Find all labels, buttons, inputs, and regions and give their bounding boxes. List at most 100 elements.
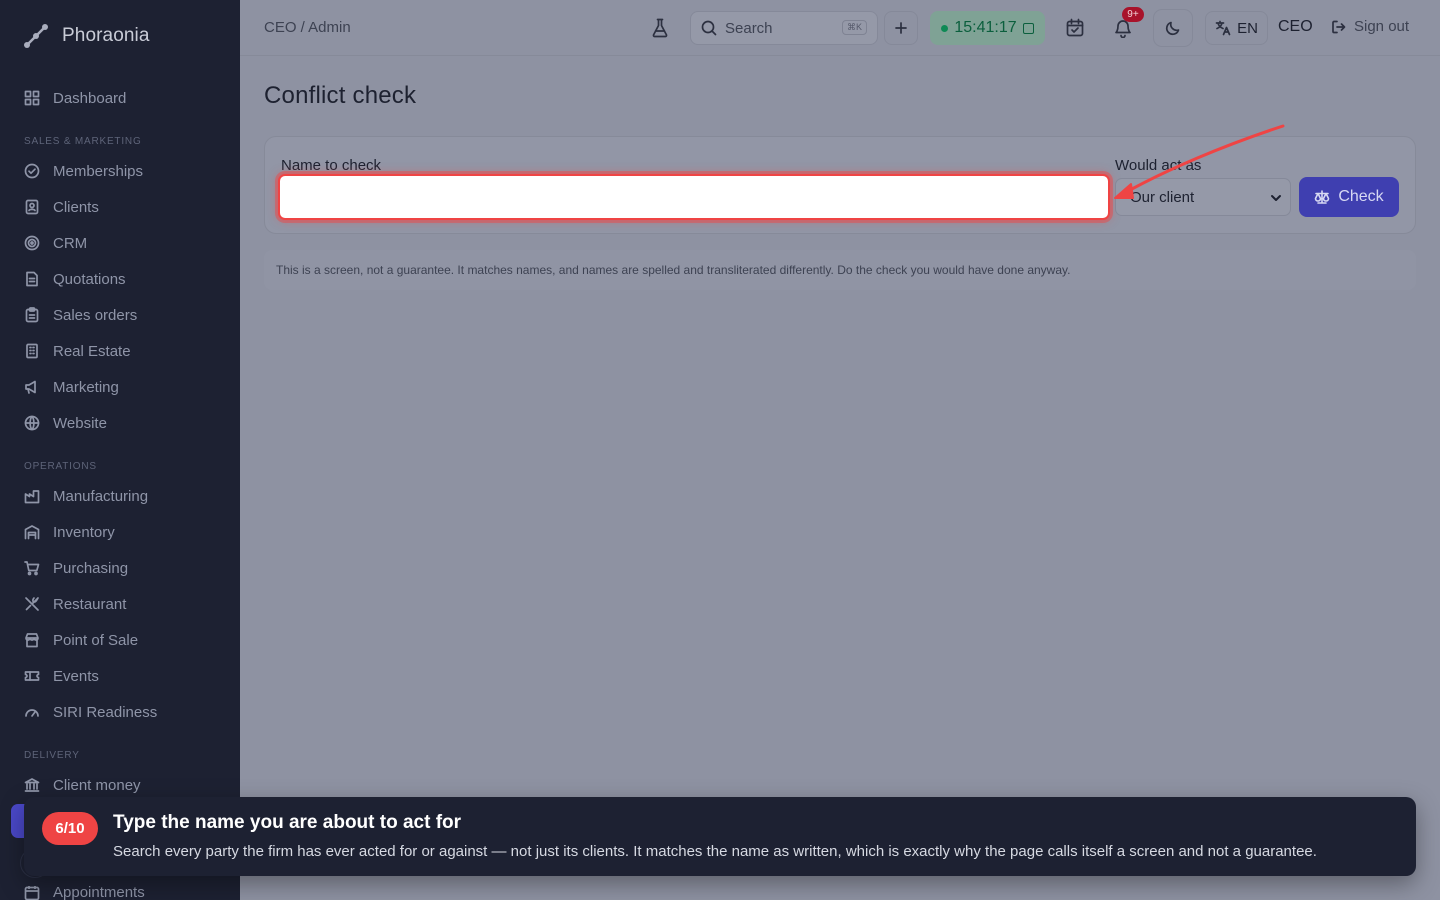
sidebar-item-label: Quotations (53, 270, 126, 288)
user-role[interactable]: CEO (1278, 18, 1313, 36)
stop-icon[interactable] (1022, 22, 1034, 34)
sidebar-item-crm[interactable]: CRM (0, 225, 240, 261)
sidebar-item-label: Dashboard (53, 89, 127, 107)
sidebar-item-label: Events (53, 667, 99, 685)
sidebar-item-label: Marketing (53, 378, 119, 396)
sidebar-section-operations: OPERATIONS (24, 461, 97, 472)
tour-title: Type the name you are about to act for (113, 812, 462, 833)
flask-icon (652, 18, 668, 38)
sidebar-item-point-of-sale[interactable]: Point of Sale (0, 622, 240, 658)
sidebar-item-label: Restaurant (53, 595, 127, 613)
tour-pointer-arrow-icon (1114, 124, 1285, 199)
sidebar-item-events[interactable]: Events (0, 658, 240, 694)
sidebar-active-indicator (11, 804, 25, 838)
timer-running-dot (941, 24, 949, 32)
clipboard-icon (25, 307, 39, 323)
notifications-badge: 9+ (1122, 7, 1144, 22)
sidebar-item-label: CRM (53, 234, 88, 252)
brand-name: Phoraonia (62, 25, 150, 46)
sidebar-item-siri-readiness[interactable]: SIRI Readiness (0, 694, 240, 730)
dashboard-icon (24, 90, 40, 106)
disclaimer-note: This is a screen, not a guarantee. It ma… (264, 250, 1416, 290)
sidebar-item-marketing[interactable]: Marketing (0, 369, 240, 405)
language-switcher[interactable]: EN (1205, 11, 1268, 45)
gauge-icon (25, 709, 39, 717)
search-label: Search (725, 19, 773, 37)
sidebar-item-sales-orders[interactable]: Sales orders (0, 297, 240, 333)
globe-icon (24, 415, 40, 431)
target-icon (24, 235, 40, 251)
sidebar-item-label: Memberships (53, 162, 144, 180)
search-shortcut: ⌘K (841, 20, 867, 35)
brand[interactable]: Phoraonia (22, 22, 150, 50)
sidebar-item-website[interactable]: Website (0, 405, 240, 441)
megaphone-icon (25, 380, 36, 394)
name-to-check-input[interactable] (278, 174, 1110, 220)
sidebar-item-label: Purchasing (53, 559, 129, 577)
sidebar-item-dashboard[interactable]: Dashboard (0, 80, 240, 116)
language-label: EN (1237, 19, 1258, 37)
sidebar-item-quotations[interactable]: Quotations (0, 261, 240, 297)
sidebar-item-purchasing[interactable]: Purchasing (0, 550, 240, 586)
sidebar: Phoraonia Dashboard SALES & MARKETING Me… (0, 0, 240, 900)
sidebar-section-sales: SALES & MARKETING (24, 136, 142, 147)
timer-value: 15:41:17 (954, 19, 1017, 36)
breadcrumb: CEO / Admin (264, 19, 351, 36)
scale-icon (1315, 190, 1330, 204)
document-icon (26, 271, 38, 287)
tour-popup: 6/10 Type the name you are about to act … (24, 797, 1416, 876)
lab-button[interactable] (650, 16, 670, 40)
check-button[interactable]: Check (1299, 177, 1399, 217)
sidebar-item-clients[interactable]: Clients (0, 189, 240, 225)
sidebar-item-appointments[interactable]: Appointments (24, 884, 145, 900)
sidebar-item-label: Real Estate (53, 342, 131, 360)
time-tracker[interactable]: 15:41:17 (930, 11, 1045, 45)
factory-icon (24, 490, 40, 504)
tour-step-badge: 6/10 (42, 812, 98, 845)
check-button-label: Check (1338, 188, 1384, 205)
ticket-icon (24, 671, 40, 681)
calendar-check-icon (1066, 18, 1084, 37)
sidebar-item-label: Clients (53, 198, 99, 216)
sidebar-item-label: Sales orders (53, 306, 138, 324)
sign-out-label: Sign out (1354, 18, 1410, 35)
sidebar-item-restaurant[interactable]: Restaurant (0, 586, 240, 622)
calendar-button[interactable] (1060, 12, 1090, 44)
sidebar-item-label: Inventory (53, 523, 115, 541)
check-circle-icon (24, 163, 40, 179)
add-button[interactable] (884, 11, 918, 45)
theme-toggle-button[interactable] (1153, 9, 1193, 47)
cart-icon (24, 561, 40, 576)
name-to-check-label: Name to check (281, 157, 382, 174)
sidebar-nav: Dashboard SALES & MARKETING Memberships … (0, 80, 240, 803)
moon-icon (1165, 21, 1180, 36)
sidebar-item-manufacturing[interactable]: Manufacturing (0, 478, 240, 514)
translate-icon (1215, 20, 1231, 36)
sign-out-button[interactable]: Sign out (1331, 18, 1409, 35)
search-icon (701, 20, 717, 36)
sidebar-section-delivery: DELIVERY (24, 750, 80, 761)
page-title: Conflict check (264, 82, 417, 109)
search-input[interactable]: Search ⌘K (690, 11, 878, 45)
bank-icon (24, 778, 40, 792)
tour-description: Search every party the firm has ever act… (113, 843, 1317, 860)
sidebar-item-label: Website (53, 414, 107, 432)
sidebar-item-label: Point of Sale (53, 631, 139, 649)
topbar: CEO / Admin Search ⌘K 15:41:17 9+ EN CEO… (240, 0, 1440, 56)
sidebar-item-real-estate[interactable]: Real Estate (0, 333, 240, 369)
sign-out-icon (1332, 20, 1346, 33)
calendar-icon (24, 885, 40, 900)
sidebar-item-label: Manufacturing (53, 487, 149, 505)
brand-logo-icon (24, 24, 48, 48)
warehouse-icon (24, 525, 40, 540)
sidebar-item-label: Appointments (53, 884, 145, 900)
store-icon (25, 633, 39, 648)
sidebar-item-label: Client money (53, 776, 141, 794)
plus-icon (895, 22, 907, 34)
sidebar-item-label: SIRI Readiness (53, 703, 158, 721)
contact-book-icon (25, 199, 39, 215)
utensils-icon (25, 597, 39, 611)
building-icon (26, 343, 38, 359)
sidebar-item-memberships[interactable]: Memberships (0, 153, 240, 189)
sidebar-item-inventory[interactable]: Inventory (0, 514, 240, 550)
